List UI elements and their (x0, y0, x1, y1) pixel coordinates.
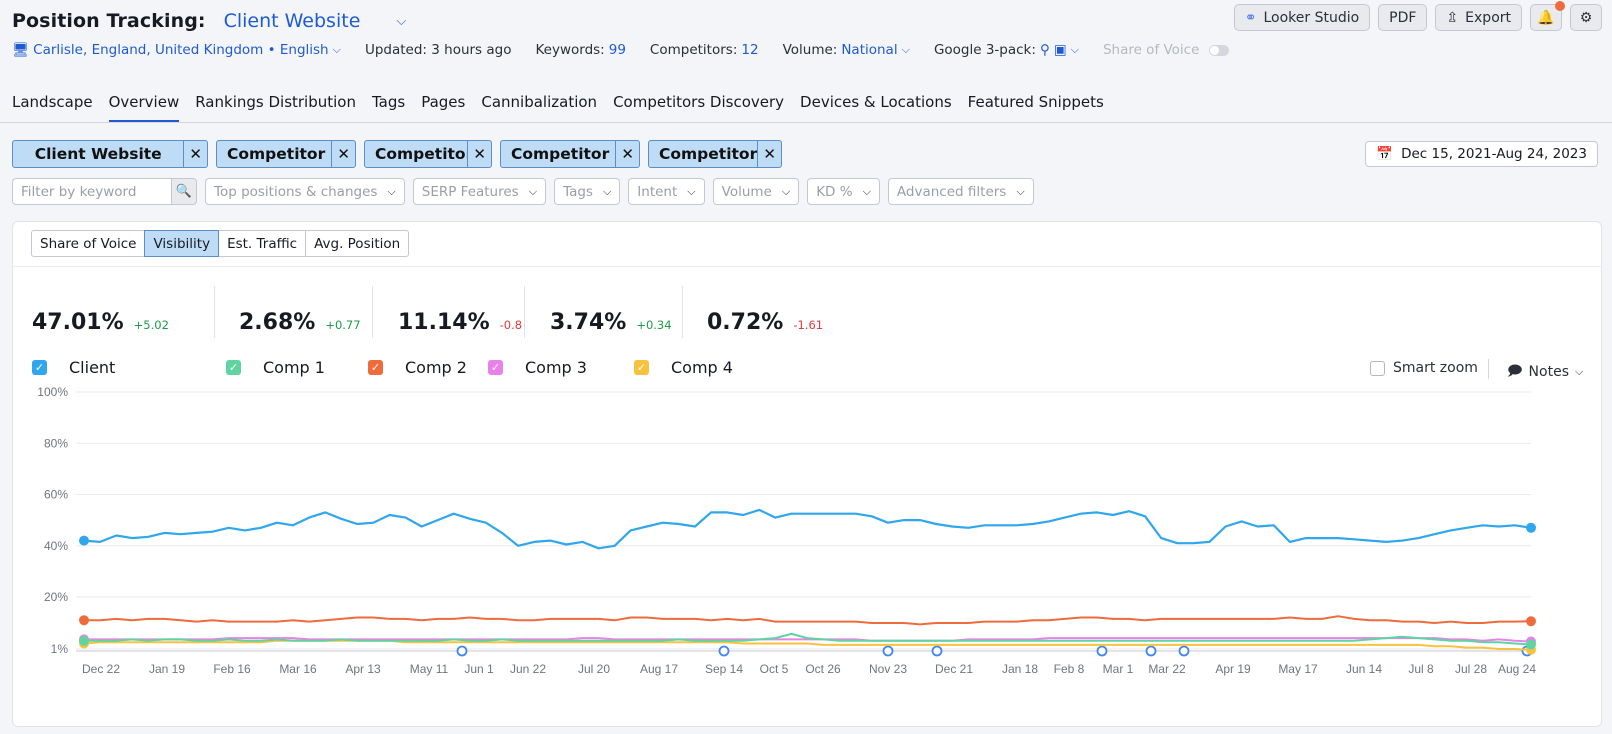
google-update-icon[interactable] (1096, 645, 1108, 657)
x-tick-label: May 11 (410, 662, 449, 676)
google-update-icon[interactable] (931, 645, 943, 657)
y-tick-label: 60% (44, 488, 68, 502)
x-tick-label: Mar 22 (1148, 662, 1186, 676)
y-tick-label: 40% (44, 539, 68, 553)
x-tick-label: Jan 19 (149, 662, 185, 676)
x-tick-label: Mar 16 (279, 662, 317, 676)
x-tick-label: Oct 5 (760, 662, 789, 676)
x-tick-label: Mar 1 (1103, 662, 1134, 676)
x-tick-label: Feb 8 (1054, 662, 1085, 676)
google-update-icon[interactable] (882, 645, 894, 657)
x-tick-label: Jan 18 (1002, 662, 1038, 676)
series-line-comp-2 (84, 615, 1532, 626)
y-tick-label: 20% (44, 590, 68, 604)
series-end-point (1526, 639, 1536, 650)
x-tick-label: Nov 23 (869, 662, 907, 676)
x-tick-label: May 17 (1278, 662, 1318, 676)
x-tick-label: Aug 24 (1498, 662, 1536, 676)
x-tick-label: Apr 13 (345, 662, 381, 676)
x-tick-label: Dec 21 (935, 662, 973, 676)
series-start-point (79, 635, 89, 646)
y-tick-label: 80% (44, 436, 68, 450)
x-tick-label: Jul 20 (578, 662, 610, 676)
google-update-icon[interactable] (1178, 645, 1190, 657)
series-line-client (83, 508, 1532, 550)
x-tick-label: Feb 16 (213, 662, 251, 676)
google-update-icon[interactable] (1145, 645, 1157, 657)
series-end-point (1526, 616, 1536, 627)
x-tick-label: Jul 28 (1455, 662, 1487, 676)
x-tick-label: Dec 22 (82, 662, 120, 676)
x-tick-label: Apr 19 (1215, 662, 1251, 676)
y-tick-label: 1% (51, 642, 69, 656)
x-tick-label: Jun 14 (1346, 662, 1382, 676)
visibility-chart: 100% 80% 60% 40% 20% 1% Dec 22 Jan 19 Feb 16 Mar … (37, 385, 1536, 676)
y-tick-label: 100% (37, 385, 68, 399)
series-end-point (1526, 522, 1536, 533)
series-start-point (79, 615, 89, 626)
series-start-point (79, 535, 89, 546)
x-tick-label: Jul 8 (1408, 662, 1434, 676)
x-tick-label: Jun 1 (464, 662, 494, 676)
series-line-comp-4 (83, 639, 1532, 651)
x-tick-label: Aug 17 (640, 662, 678, 676)
google-update-icon[interactable] (456, 645, 468, 657)
x-tick-label: Oct 26 (805, 662, 841, 676)
metric-tab-visibility[interactable]: Visibility (144, 230, 220, 257)
x-tick-label: Jun 22 (510, 662, 546, 676)
x-tick-label: Sep 14 (705, 662, 743, 676)
google-update-icon[interactable] (718, 645, 730, 657)
